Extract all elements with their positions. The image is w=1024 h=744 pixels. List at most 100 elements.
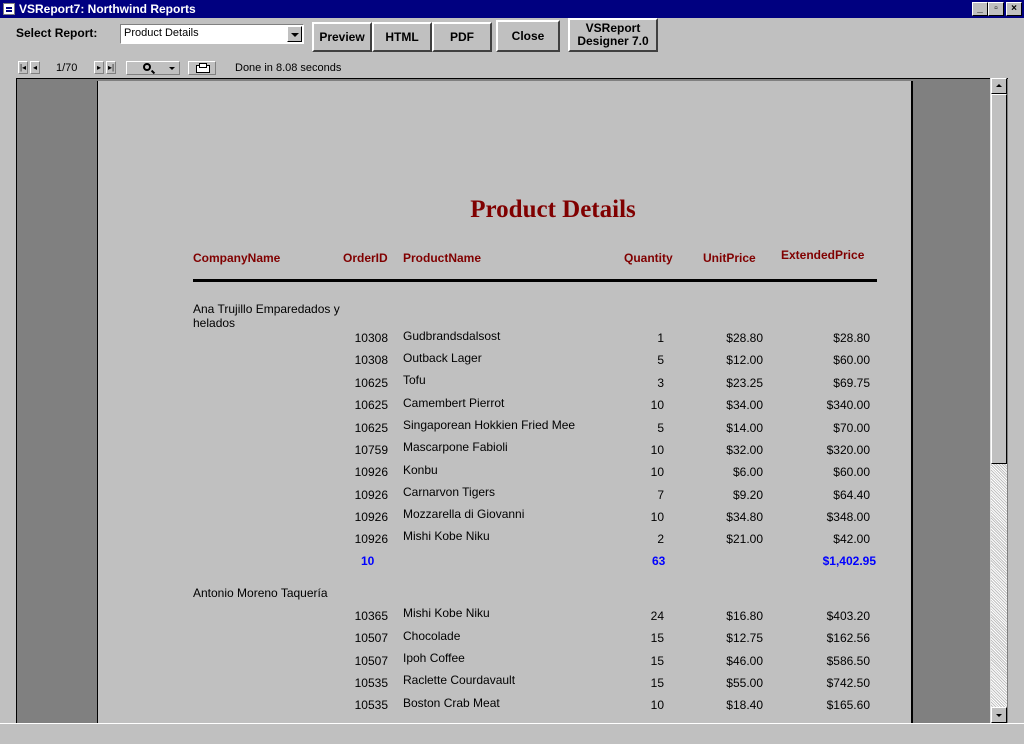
scroll-up-icon[interactable] [991, 78, 1007, 94]
scroll-down-icon[interactable] [991, 707, 1007, 723]
html-button[interactable]: HTML [372, 22, 432, 52]
cell-unitprice: $21.00 [726, 532, 763, 546]
cell-unitprice: $12.75 [726, 631, 763, 645]
restore-button[interactable]: ▫ [988, 2, 1004, 16]
cell-extendedprice: $586.50 [826, 654, 870, 668]
report-page: Product Details CompanyName OrderID Prod… [97, 81, 913, 726]
cell-extendedprice: $60.00 [833, 465, 870, 479]
cell-extendedprice: $320.00 [826, 443, 870, 457]
cell-productname: Camembert Pierrot [403, 396, 505, 410]
cell-productname: Outback Lager [403, 351, 482, 365]
cell-unitprice: $14.00 [726, 421, 763, 435]
cell-quantity: 7 [657, 488, 664, 502]
cell-orderid: 10926 [354, 465, 388, 479]
first-page-icon[interactable]: |◂ [18, 61, 28, 74]
cell-productname: Chocolade [403, 629, 461, 643]
cell-quantity: 5 [657, 421, 664, 435]
cell-quantity: 10 [650, 698, 664, 712]
preview-button[interactable]: Preview [312, 22, 372, 52]
chevron-down-icon[interactable] [287, 26, 302, 42]
scrollbar-thumb[interactable] [991, 94, 1007, 464]
cell-quantity: 15 [650, 676, 664, 690]
cell-quantity: 24 [650, 609, 664, 623]
group-total-extended: $1,402.95 [822, 554, 876, 568]
vertical-scrollbar[interactable] [990, 78, 1007, 723]
minimize-button[interactable]: _ [972, 2, 988, 16]
cell-unitprice: $46.00 [726, 654, 763, 668]
cell-quantity: 10 [650, 398, 664, 412]
close-button[interactable]: Close [496, 20, 560, 52]
cell-orderid: 10759 [354, 443, 388, 457]
printer-icon[interactable] [188, 61, 216, 75]
cell-orderid: 10926 [354, 510, 388, 524]
report-title: Product Details [470, 196, 636, 223]
cell-unitprice: $28.80 [726, 331, 763, 345]
header-divider [193, 279, 877, 282]
cell-productname: Ipoh Coffee [403, 651, 465, 665]
cell-unitprice: $32.00 [726, 443, 763, 457]
cell-productname: Tofu [403, 373, 426, 387]
cell-quantity: 15 [650, 654, 664, 668]
window-bottom-edge [0, 723, 1024, 744]
zoom-button[interactable] [126, 61, 180, 75]
status-text: Done in 8.08 seconds [235, 62, 342, 74]
cell-quantity: 10 [650, 465, 664, 479]
prev-page-icon[interactable]: ◂ [30, 61, 40, 74]
magnifier-icon [143, 63, 151, 71]
cell-unitprice: $9.20 [732, 488, 763, 502]
cell-productname: Mascarpone Fabioli [403, 440, 508, 454]
report-select[interactable]: Product Details [120, 24, 304, 44]
group-total-count: 10 [361, 554, 375, 568]
cell-quantity: 15 [650, 631, 664, 645]
header-productname: ProductName [403, 251, 482, 265]
cell-extendedprice: $340.00 [826, 398, 870, 412]
cell-orderid: 10507 [354, 631, 388, 645]
cell-unitprice: $18.40 [726, 698, 763, 712]
cell-extendedprice: $64.40 [833, 488, 870, 502]
cell-extendedprice: $348.00 [826, 510, 870, 524]
select-report-label: Select Report: [16, 26, 98, 40]
cell-orderid: 10926 [354, 488, 388, 502]
header-quantity: Quantity [624, 251, 673, 265]
cell-orderid: 10926 [354, 532, 388, 546]
designer-button[interactable]: VSReport Designer 7.0 [568, 18, 658, 52]
report-viewer: Product Details CompanyName OrderID Prod… [16, 78, 1008, 726]
cell-quantity: 10 [650, 443, 664, 457]
app-icon[interactable] [3, 3, 15, 15]
cell-unitprice: $16.80 [726, 609, 763, 623]
cell-orderid: 10625 [354, 398, 388, 412]
cell-extendedprice: $403.20 [826, 609, 870, 623]
pdf-button[interactable]: PDF [432, 22, 492, 52]
chevron-down-icon[interactable] [169, 67, 175, 70]
cell-productname: Mishi Kobe Niku [403, 529, 490, 543]
group-total-quantity: 63 [652, 554, 666, 568]
cell-extendedprice: $165.60 [826, 698, 870, 712]
cell-productname: Gudbrandsdalsost [403, 329, 501, 343]
window-title: VSReport7: Northwind Reports [19, 2, 196, 16]
cell-unitprice: $6.00 [732, 465, 763, 479]
cell-unitprice: $23.25 [726, 376, 763, 390]
report-select-value: Product Details [124, 27, 199, 39]
cell-productname: Singaporean Hokkien Fried Mee [403, 418, 576, 432]
next-page-icon[interactable]: ▸ [94, 61, 104, 74]
close-window-button[interactable]: × [1006, 2, 1022, 16]
cell-extendedprice: $70.00 [833, 421, 870, 435]
cell-extendedprice: $69.75 [833, 376, 870, 390]
group-company-name: Ana Trujillo Emparedados y helados [193, 302, 340, 330]
cell-quantity: 5 [657, 353, 664, 367]
cell-orderid: 10535 [354, 698, 388, 712]
page-indicator: 1/70 [56, 62, 78, 74]
header-orderid: OrderID [343, 251, 388, 265]
cell-productname: Boston Crab Meat [403, 696, 500, 710]
cell-unitprice: $34.00 [726, 398, 763, 412]
cell-quantity: 3 [657, 376, 664, 390]
cell-orderid: 10507 [354, 654, 388, 668]
cell-orderid: 10625 [354, 421, 388, 435]
cell-extendedprice: $60.00 [833, 353, 870, 367]
cell-orderid: 10535 [354, 676, 388, 690]
cell-quantity: 2 [657, 532, 664, 546]
cell-orderid: 10308 [354, 331, 388, 345]
cell-extendedprice: $162.56 [826, 631, 870, 645]
cell-unitprice: $55.00 [726, 676, 763, 690]
last-page-icon[interactable]: ▸| [106, 61, 116, 74]
